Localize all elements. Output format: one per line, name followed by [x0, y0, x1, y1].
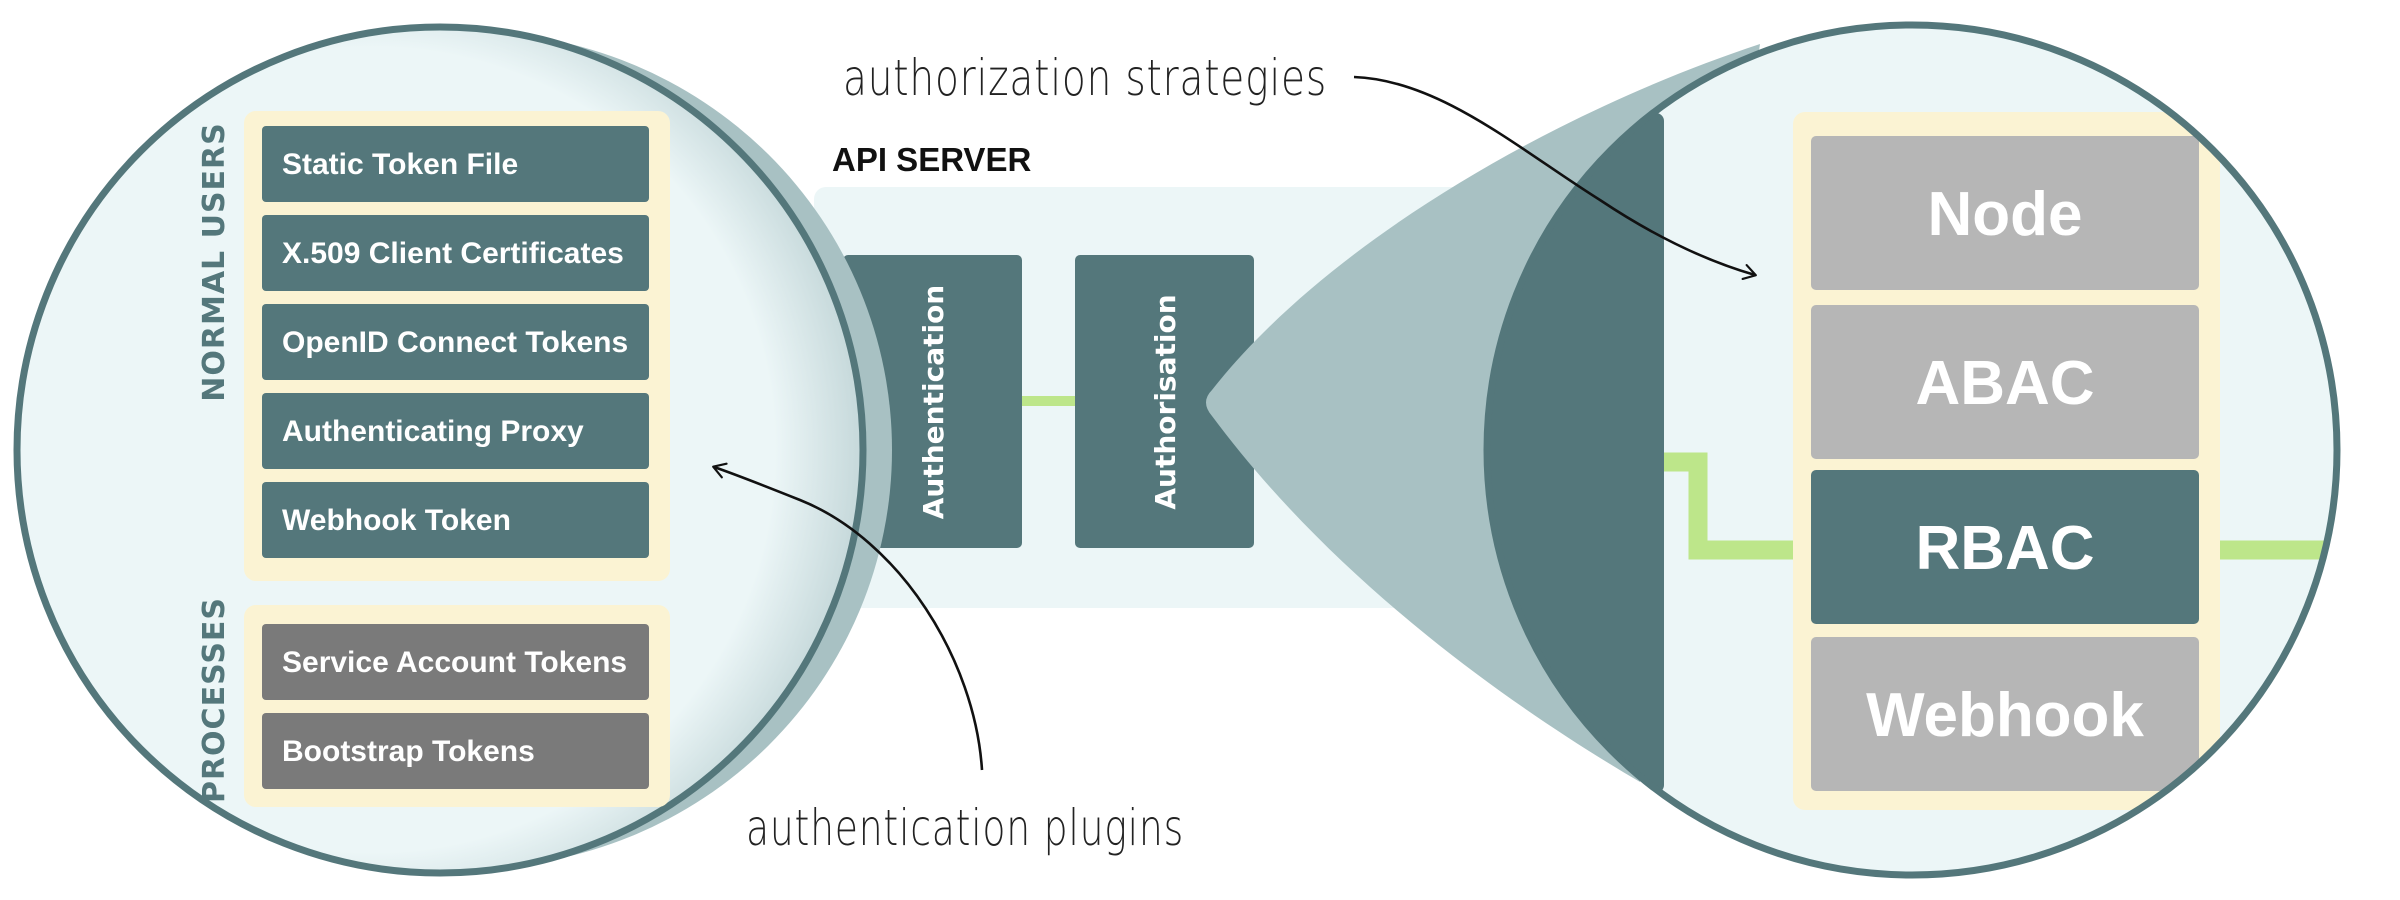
strategy-label: ABAC [1915, 349, 2094, 418]
auth-plugin-label: X.509 Client Certificates [282, 237, 624, 270]
auth-plugin-item[interactable]: Service Account Tokens [262, 624, 649, 700]
auth-diagram: API SERVER Authentication Authorisation … [13, 21, 2341, 879]
strategy-label: Webhook [1866, 681, 2144, 750]
auth-plugin-label: Webhook Token [282, 504, 511, 537]
api-server-title: API SERVER [832, 141, 1031, 178]
auth-plugin-item[interactable]: Webhook Token [262, 482, 649, 558]
stage-authentication-label: Authentication [917, 285, 950, 519]
auth-plugin-label: Bootstrap Tokens [282, 735, 535, 768]
strategy-label: Node [1928, 180, 2083, 249]
authentication-plugins-circle: NORMAL USERS PROCESSES Static Token File… [13, 23, 892, 877]
auth-plugin-label: Static Token File [282, 148, 518, 181]
auth-plugin-item[interactable]: Static Token File [262, 126, 649, 202]
strategy-label: RBAC [1915, 514, 2094, 583]
authentication-plugin-list: Static Token File X.509 Client Certificat… [262, 126, 649, 789]
auth-plugin-item[interactable]: X.509 Client Certificates [262, 215, 649, 291]
strategy-item-node[interactable]: Node [1811, 136, 2199, 290]
group-label-normal-users: NORMAL USERS [197, 122, 232, 402]
auth-plugin-item[interactable]: Authenticating Proxy [262, 393, 649, 469]
auth-plugin-item[interactable]: Bootstrap Tokens [262, 713, 649, 789]
annotation-authentication-plugins: authentication plugins [746, 799, 1184, 857]
strategy-item-abac[interactable]: ABAC [1811, 305, 2199, 459]
stage-connector [1022, 396, 1076, 406]
annotation-authorization-strategies: authorization strategies [843, 49, 1327, 107]
auth-plugin-label: OpenID Connect Tokens [282, 326, 628, 359]
strategy-item-webhook[interactable]: Webhook [1811, 637, 2199, 791]
group-label-processes: PROCESSES [197, 597, 232, 803]
auth-plugin-item[interactable]: OpenID Connect Tokens [262, 304, 649, 380]
auth-plugin-label: Service Account Tokens [282, 646, 627, 679]
strategy-item-rbac[interactable]: RBAC [1811, 470, 2199, 624]
auth-plugin-label: Authenticating Proxy [282, 415, 584, 448]
stage-authorisation-label: Authorisation [1149, 294, 1182, 509]
